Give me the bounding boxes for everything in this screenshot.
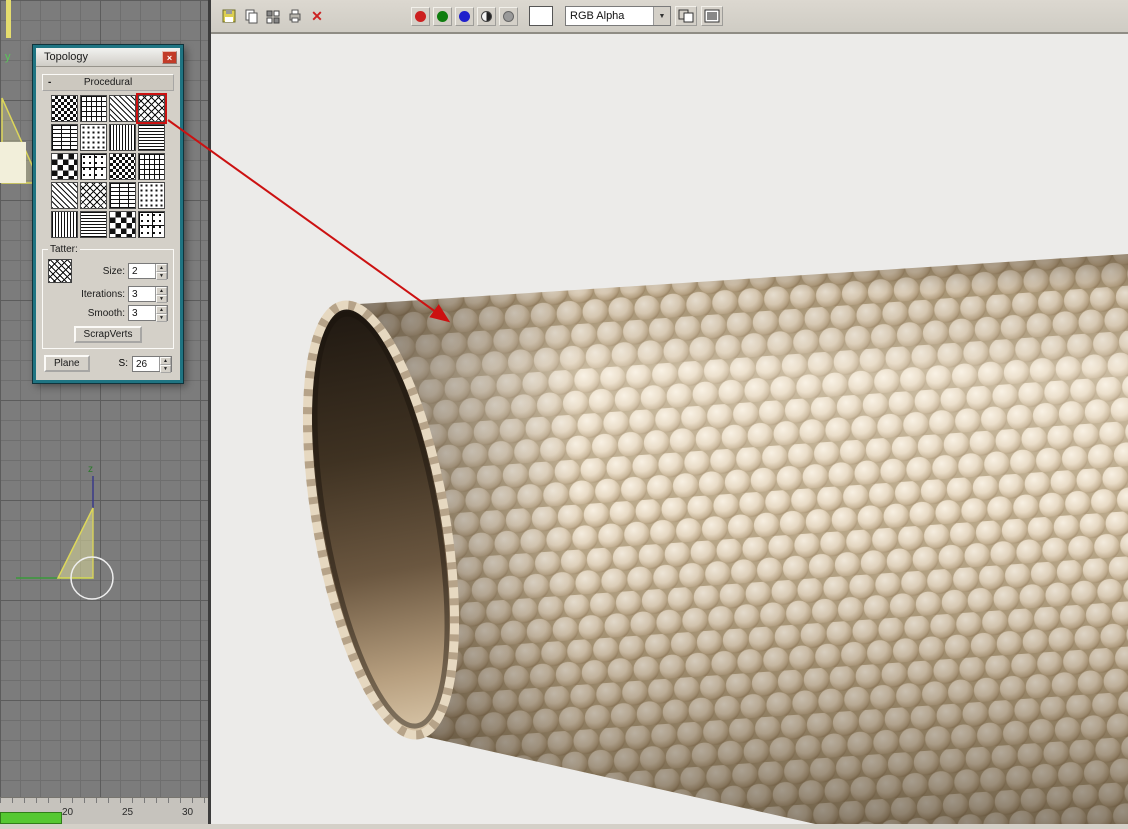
rollout-procedural[interactable]: - Procedural <box>42 74 174 91</box>
iterations-label: Iterations: <box>81 288 125 300</box>
size-label: Size: <box>102 265 125 277</box>
red-channel-icon <box>415 10 426 22</box>
pattern-zigzag[interactable] <box>80 182 107 209</box>
render-window-toolbar: ✕ RGB Alpha ▼ <box>211 0 1128 34</box>
rollout-label: Procedural <box>83 77 133 88</box>
pattern-grid[interactable] <box>80 95 107 122</box>
channel-display-value: RGB Alpha <box>570 10 625 22</box>
pattern-star[interactable] <box>109 182 136 209</box>
print-button[interactable] <box>285 6 305 26</box>
channel-blue-button[interactable] <box>455 6 474 26</box>
scrapverts-button[interactable]: ScrapVerts <box>73 326 143 343</box>
channel-green-button[interactable] <box>433 6 452 26</box>
spin-up-icon[interactable]: ▲ <box>156 264 167 272</box>
channel-red-button[interactable] <box>411 6 430 26</box>
blue-channel-icon <box>459 10 470 22</box>
close-icon[interactable]: × <box>162 50 177 64</box>
pattern-grid <box>51 95 165 238</box>
pattern-diagonal[interactable] <box>51 182 78 209</box>
smooth-label: Smooth: <box>87 307 125 319</box>
size-spinner[interactable]: 2 ▲ ▼ <box>128 263 168 280</box>
z-axis-label: z <box>88 464 93 475</box>
spin-up-icon[interactable]: ▲ <box>156 306 167 314</box>
rendered-frame-canvas <box>211 34 1128 829</box>
s-value[interactable]: 26 <box>133 357 159 371</box>
pattern-mesh[interactable] <box>51 211 78 238</box>
pattern-lattice[interactable] <box>138 211 165 238</box>
rendered-image <box>211 34 1128 829</box>
green-channel-icon <box>437 10 448 22</box>
spin-down-icon[interactable]: ▼ <box>156 272 167 280</box>
plane-object-fill <box>0 142 26 183</box>
dialog-footer: Plane S: 26 ▲ ▼ <box>44 355 172 373</box>
plane-object-bottom <box>56 507 94 579</box>
smooth-spinner[interactable]: 3 ▲ ▼ <box>128 305 168 322</box>
s-label: S: <box>118 358 128 369</box>
pattern-steps[interactable] <box>138 182 165 209</box>
y-axis-label: y <box>5 51 11 63</box>
pattern-hex[interactable] <box>109 124 136 151</box>
pattern-checker[interactable] <box>51 95 78 122</box>
iterations-value[interactable]: 3 <box>129 287 155 301</box>
pattern-dots[interactable] <box>109 153 136 180</box>
smooth-value[interactable]: 3 <box>129 306 155 320</box>
pattern-bricks[interactable] <box>109 95 136 122</box>
copy-icon <box>245 9 258 24</box>
pattern-stripes-h[interactable] <box>109 211 136 238</box>
channel-alpha-button[interactable] <box>499 6 518 26</box>
channel-display-dropdown[interactable]: RGB Alpha ▼ <box>565 6 671 26</box>
save-button[interactable] <box>219 6 239 26</box>
s-spinner[interactable]: 26 ▲ ▼ <box>132 355 172 373</box>
spin-up-icon[interactable]: ▲ <box>156 287 167 295</box>
tatter-group: Tatter: Size: 2 ▲ ▼ Iterations: 3 ▲ ▼ Sm… <box>42 244 174 349</box>
pattern-planks[interactable] <box>80 124 107 151</box>
plane-button[interactable]: Plane <box>44 355 90 372</box>
spin-down-icon[interactable]: ▼ <box>160 364 171 373</box>
spin-down-icon[interactable]: ▼ <box>156 314 167 322</box>
spin-down-icon[interactable]: ▼ <box>156 295 167 303</box>
spin-up-icon[interactable]: ▲ <box>160 356 171 365</box>
pattern-diamond[interactable] <box>138 124 165 151</box>
dialog-title: Topology <box>44 51 89 63</box>
topology-dialog: Topology × - Procedural Tatter: Size: 2 … <box>32 44 184 384</box>
layers-icon <box>704 9 720 23</box>
viewport-edge-marker <box>6 0 11 38</box>
clone-button[interactable] <box>263 6 283 26</box>
save-icon <box>222 9 236 23</box>
ruler-tick: 25 <box>122 807 134 818</box>
clear-button[interactable]: ✕ <box>307 6 327 26</box>
pattern-offset-grid[interactable] <box>51 124 78 151</box>
timeline-range-bar[interactable] <box>0 812 62 824</box>
pattern-tatter[interactable] <box>138 95 165 122</box>
pattern-weave[interactable] <box>51 153 78 180</box>
pattern-cross[interactable] <box>138 153 165 180</box>
iterations-spinner[interactable]: 3 ▲ ▼ <box>128 286 168 303</box>
ruler-tick: 30 <box>182 807 194 818</box>
print-icon <box>289 9 301 23</box>
ruler-tick: 20 <box>62 807 74 818</box>
pattern-basket[interactable] <box>80 153 107 180</box>
dialog-titlebar[interactable]: Topology × <box>36 48 180 67</box>
clone-window-icon <box>678 9 694 23</box>
size-value[interactable]: 2 <box>129 264 155 278</box>
tatter-group-label: Tatter: <box>50 244 78 255</box>
background-color-swatch[interactable] <box>529 6 553 26</box>
tatter-pattern-preview[interactable] <box>48 259 72 283</box>
chevron-down-icon[interactable]: ▼ <box>653 7 670 25</box>
alpha-channel-icon <box>503 10 514 22</box>
collapse-icon[interactable]: - <box>48 77 51 88</box>
copy-button[interactable] <box>241 6 261 26</box>
clone-window-button[interactable] <box>675 6 697 26</box>
layers-button[interactable] <box>701 6 723 26</box>
clone-icon <box>266 10 280 24</box>
timeline-ruler[interactable]: 20 25 30 <box>0 797 208 824</box>
channel-mono-button[interactable] <box>477 6 496 26</box>
pattern-stripes-v[interactable] <box>80 211 107 238</box>
mono-channel-icon <box>481 10 492 22</box>
